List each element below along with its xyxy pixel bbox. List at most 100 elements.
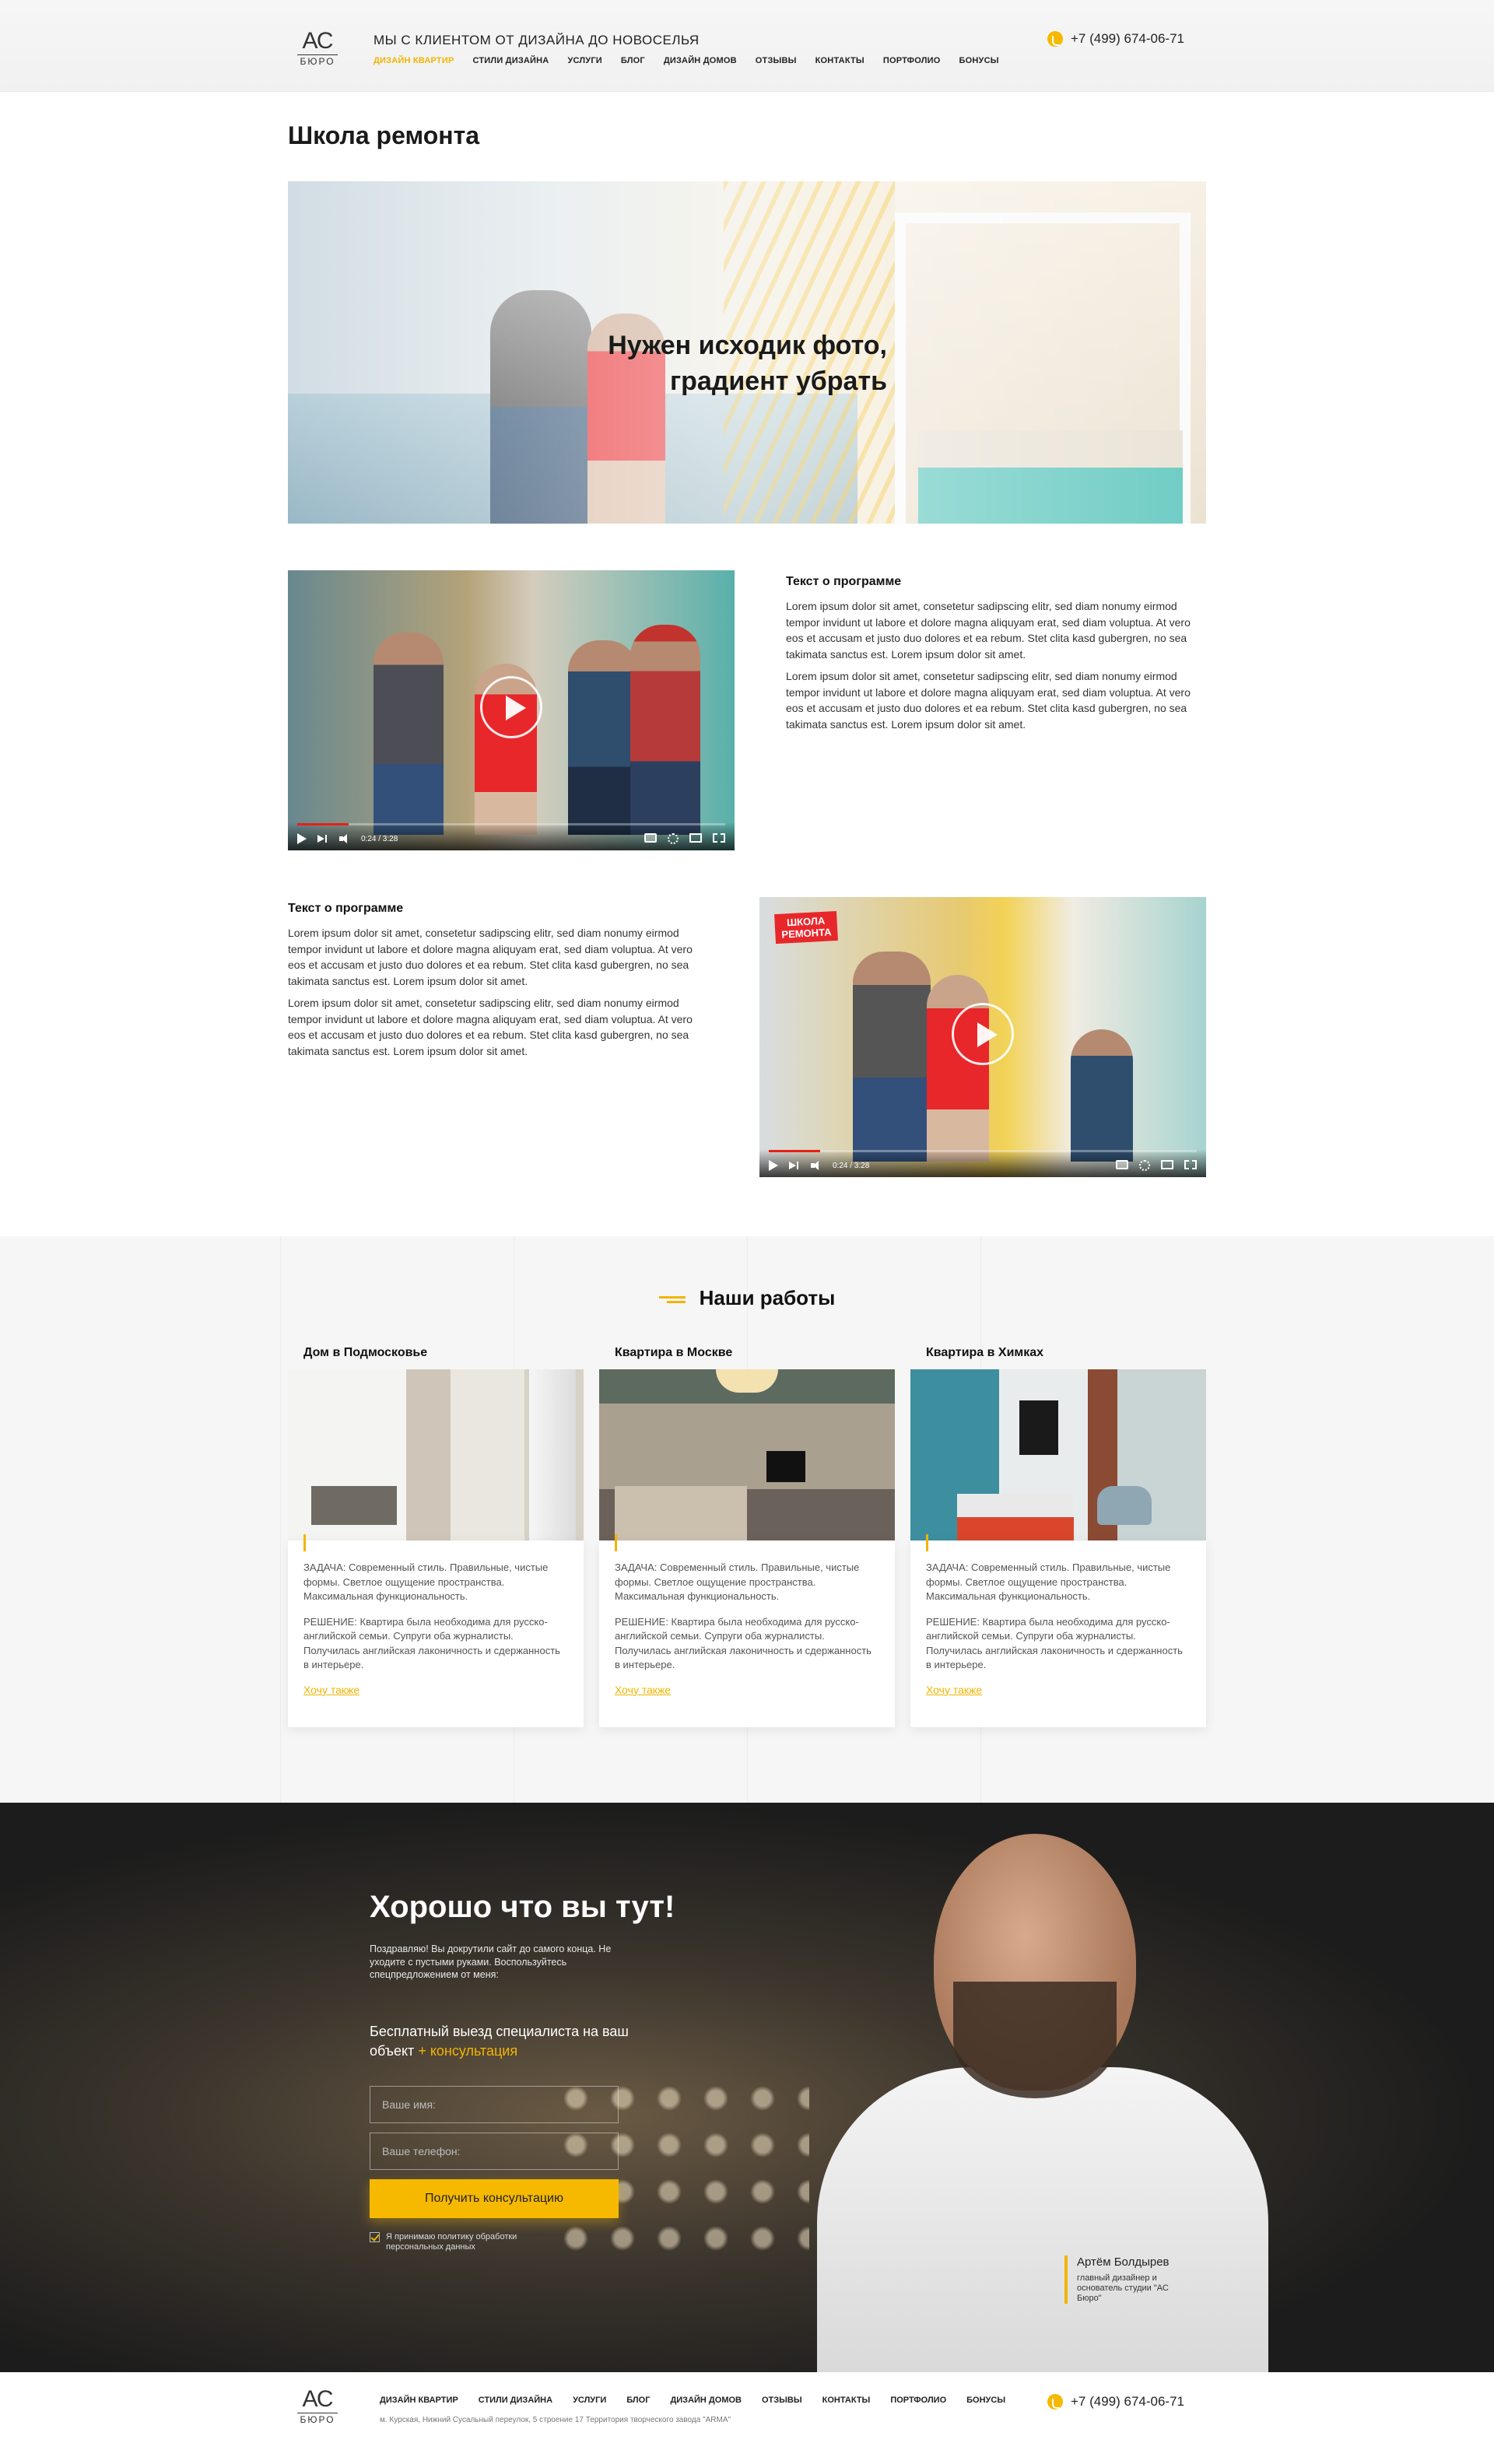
program-1-paragraph-1: Lorem ipsum dolor sit amet, consetetur s…: [786, 600, 1191, 661]
nav-item-blog[interactable]: БЛОГ: [621, 56, 645, 65]
works-cards: Дом в Подмосковье ЗАДАЧА: Современный ст…: [288, 1346, 1206, 1727]
armchair: [1097, 1486, 1152, 1525]
main-content: Школа ремонта Нужен исходик фото, градие…: [0, 121, 1494, 2372]
footer-nav-contacts[interactable]: КОНТАКТЫ: [822, 2396, 871, 2405]
curtain: [529, 1369, 576, 1540]
footer-nav-styles[interactable]: СТИЛИ ДИЗАЙНА: [479, 2396, 552, 2405]
footer-phone-number: +7 (499) 674-06-71: [1070, 2394, 1184, 2409]
footer-nav-services[interactable]: УСЛУГИ: [573, 2396, 606, 2405]
program-1-title: Текст о программе: [786, 575, 902, 588]
phone-input[interactable]: [370, 2133, 619, 2170]
nav-item-bonuses[interactable]: БОНУСЫ: [959, 56, 999, 65]
video-1-progress[interactable]: [297, 823, 725, 825]
name-input[interactable]: [370, 2086, 619, 2123]
video-1-controls: 0:24 / 3:28: [296, 833, 398, 844]
video-2-person-1: [853, 952, 931, 1162]
theater-icon[interactable]: [1161, 1160, 1173, 1169]
program-1-paragraph-2: Lorem ipsum dolor sit amet, consetetur s…: [786, 670, 1191, 731]
nav-item-design-houses[interactable]: ДИЗАЙН ДОМОВ: [664, 56, 737, 65]
works-title-text: Наши работы: [699, 1286, 836, 1309]
footer-nav-design-houses[interactable]: ДИЗАЙН ДОМОВ: [670, 2396, 742, 2405]
fullscreen-icon[interactable]: [713, 833, 725, 843]
video-player-2[interactable]: ШКОЛА РЕМОНТА 0:24 / 3:28: [759, 897, 1206, 1177]
bed-red: [957, 1494, 1074, 1540]
tagline: МЫ С КЛИЕНТОМ ОТ ДИЗАЙНА ДО НОВОСЕЛЬЯ: [374, 33, 700, 47]
nav-item-services[interactable]: УСЛУГИ: [567, 56, 601, 65]
footer-nav-blog[interactable]: БЛОГ: [626, 2396, 650, 2405]
work-card-task: ЗАДАЧА: Современный стиль. Правильные, ч…: [615, 1561, 860, 1602]
settings-icon[interactable]: [1139, 1160, 1150, 1171]
volume-icon[interactable]: [339, 833, 350, 844]
footer-nav-reviews[interactable]: ОТЗЫВЫ: [762, 2396, 802, 2405]
program-text-1: Текст о программе Lorem ipsum dolor sit …: [786, 570, 1206, 850]
video-2-time: 0:24 / 3:28: [833, 1161, 870, 1170]
work-card-solution: РЕШЕНИЕ: Квартира была необходима для ру…: [615, 1615, 872, 1671]
want-same-link[interactable]: Хочу также: [926, 1684, 982, 1696]
designer-photo: [817, 1834, 1268, 2372]
footer-nav-bonuses[interactable]: БОНУСЫ: [966, 2396, 1005, 2405]
nav-item-reviews[interactable]: ОТЗЫВЫ: [756, 56, 797, 65]
theater-icon[interactable]: [689, 833, 702, 843]
footer-nav-design-apartments[interactable]: ДИЗАЙН КВАРТИР: [380, 2396, 458, 2405]
video-1-person-4: [630, 625, 700, 835]
video-1-person-1: [374, 633, 444, 835]
footer-logo[interactable]: АС БЮРО: [297, 2388, 338, 2424]
privacy-agreement-text: Я принимаю политику обработки персональн…: [386, 2232, 517, 2252]
privacy-agreement[interactable]: Я принимаю политику обработки персональн…: [370, 2232, 556, 2252]
work-card-title: Квартира в Москве: [615, 1346, 733, 1359]
nav-item-styles[interactable]: СТИЛИ ДИЗАЙНА: [473, 56, 549, 65]
work-card-body: ЗАДАЧА: Современный стиль. Правильные, ч…: [288, 1534, 584, 1727]
nav-item-design-apartments[interactable]: ДИЗАЙН КВАРТИР: [374, 56, 454, 65]
next-icon[interactable]: [789, 1160, 800, 1171]
video-1-progress-fill: [297, 823, 349, 825]
volume-icon[interactable]: [811, 1160, 822, 1171]
cta-offer: Бесплатный выезд специалиста на ваш объе…: [370, 2022, 650, 2061]
show-logo-badge: ШКОЛА РЕМОНТА: [774, 910, 839, 945]
work-card-title: Дом в Подмосковье: [303, 1346, 428, 1359]
work-card-image[interactable]: [288, 1369, 584, 1540]
video-2-person-3: [1071, 1029, 1133, 1162]
header-phone[interactable]: +7 (499) 674-06-71: [1047, 31, 1184, 47]
footer-phone[interactable]: +7 (499) 674-06-71: [1047, 2394, 1184, 2410]
play-icon[interactable]: [296, 833, 307, 844]
work-card-title: Квартира в Химках: [926, 1346, 1044, 1359]
fullscreen-icon[interactable]: [1184, 1160, 1197, 1169]
play-overlay-icon[interactable]: [952, 1003, 1014, 1065]
tv-screen: [766, 1451, 805, 1482]
logo[interactable]: АС БЮРО: [297, 30, 338, 66]
settings-icon[interactable]: [668, 833, 679, 844]
work-card-image[interactable]: [599, 1369, 895, 1540]
title-dash-icon: [658, 1296, 686, 1304]
nav-item-contacts[interactable]: КОНТАКТЫ: [815, 56, 864, 65]
work-card-solution: РЕШЕНИЕ: Квартира была необходима для ру…: [303, 1615, 560, 1671]
get-consultation-button[interactable]: Получить консультацию: [370, 2179, 619, 2218]
play-overlay-icon[interactable]: [480, 676, 542, 738]
video-2-right-controls: [1116, 1160, 1197, 1171]
site-footer: АС БЮРО ДИЗАЙН КВАРТИР СТИЛИ ДИЗАЙНА УСЛ…: [0, 2372, 1494, 2438]
subtitles-icon[interactable]: [1116, 1160, 1128, 1169]
checkbox-icon[interactable]: [370, 2232, 380, 2242]
work-card-task: ЗАДАЧА: Современный стиль. Правильные, ч…: [926, 1561, 1171, 1602]
work-card-image[interactable]: [910, 1369, 1206, 1540]
subtitles-icon[interactable]: [644, 833, 657, 843]
want-same-link[interactable]: Хочу также: [303, 1684, 359, 1696]
next-icon[interactable]: [317, 833, 328, 844]
footer-logo-bottom: БЮРО: [297, 2413, 338, 2424]
footer-logo-top: АС: [302, 2386, 333, 2412]
video-2-progress[interactable]: [769, 1150, 1197, 1152]
nav-item-portfolio[interactable]: ПОРТФОЛИО: [883, 56, 941, 65]
footer-nav-portfolio[interactable]: ПОРТФОЛИО: [890, 2396, 946, 2405]
bathroom-shelf: [311, 1486, 397, 1525]
cta-title: Хорошо что вы тут!: [370, 1890, 675, 1924]
hero-banner: Нужен исходик фото, градиент убрать: [288, 181, 1206, 524]
play-icon[interactable]: [767, 1160, 778, 1171]
designer-role: главный дизайнер и основатель студии "АС…: [1077, 2273, 1169, 2303]
work-card: Квартира в Химках ЗАДАЧА: Современный ст…: [910, 1346, 1206, 1727]
main-nav: ДИЗАЙН КВАРТИР СТИЛИ ДИЗАЙНА УСЛУГИ БЛОГ…: [374, 56, 999, 65]
work-card-task: ЗАДАЧА: Современный стиль. Правильные, ч…: [303, 1561, 549, 1602]
program-2-title: Текст о программе: [288, 902, 404, 915]
video-2-progress-fill: [769, 1150, 820, 1152]
want-same-link[interactable]: Хочу также: [615, 1684, 671, 1696]
site-header: АС БЮРО МЫ С КЛИЕНТОМ ОТ ДИЗАЙНА ДО НОВО…: [0, 0, 1494, 92]
video-player-1[interactable]: 0:24 / 3:28: [288, 570, 735, 850]
